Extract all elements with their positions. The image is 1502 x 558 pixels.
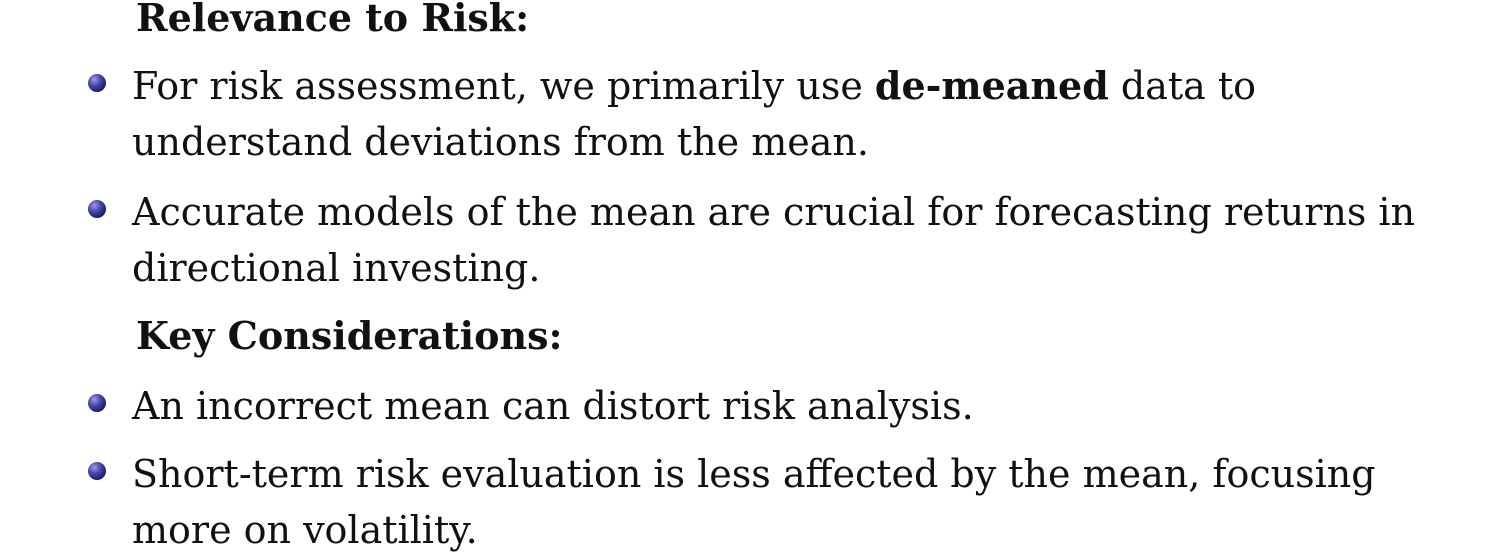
slide-content: Relevance to Risk: For risk assessment, …	[0, 0, 1502, 554]
bullet-line: understand deviations from the mean.	[132, 120, 869, 164]
bullet-text: Accurate models of the mean are crucial …	[132, 184, 1415, 296]
bullet-ball-icon	[88, 200, 106, 218]
bullet-ball-icon	[88, 394, 106, 412]
section-heading-relevance: Relevance to Risk:	[136, 0, 530, 40]
bullet-line: Accurate models of the mean are crucial …	[132, 190, 1416, 234]
bullet-line: directional investing.	[132, 246, 541, 290]
bullet-ball-icon	[88, 74, 106, 92]
bullet-text: For risk assessment, we primarily use de…	[132, 58, 1256, 170]
section-heading-key-considerations: Key Considerations:	[136, 313, 563, 358]
bold-term: de-meaned	[874, 63, 1109, 108]
bullet-line: For risk assessment, we primarily use de…	[132, 58, 1256, 114]
bullet-line: Short-term risk evaluation is less affec…	[132, 452, 1376, 496]
bullet-text: Short-term risk evaluation is less affec…	[132, 446, 1376, 558]
bullet-line: An incorrect mean can distort risk analy…	[132, 384, 974, 428]
bullet-ball-icon	[88, 462, 106, 480]
bullet-text-part: For risk assessment, we primarily use	[132, 64, 875, 108]
bullet-text: An incorrect mean can distort risk analy…	[132, 378, 974, 434]
bullet-text-part: data to	[1108, 64, 1257, 108]
bullet-line: more on volatility.	[132, 508, 478, 552]
